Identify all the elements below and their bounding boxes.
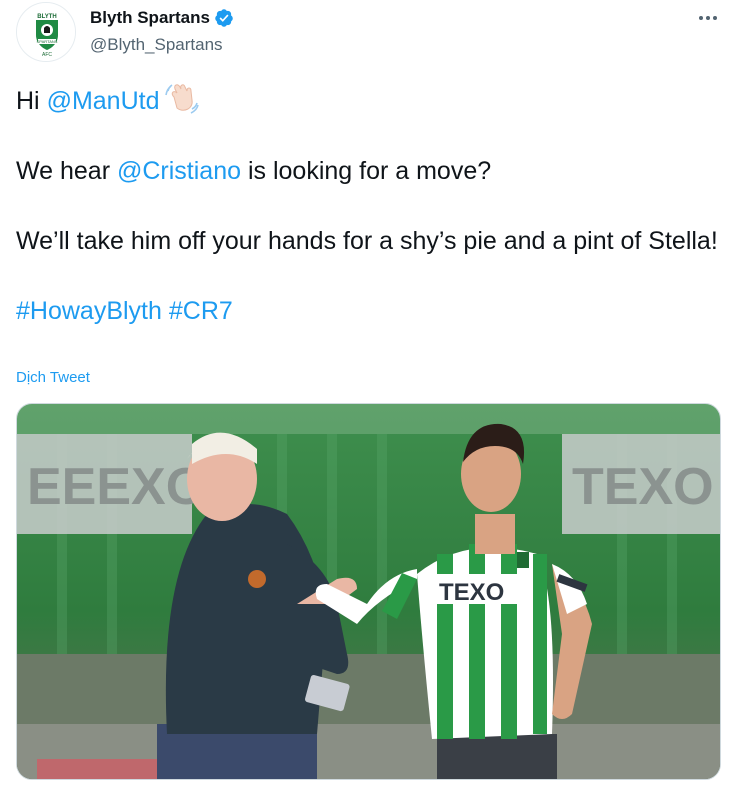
more-options-icon xyxy=(699,16,717,20)
mention-cristiano[interactable]: @Cristiano xyxy=(117,157,241,185)
author-handle[interactable]: @Blyth_Spartans xyxy=(90,35,234,55)
hashtag-howayblyth[interactable]: #HowayBlyth xyxy=(16,297,162,325)
author-names: Blyth Spartans @Blyth_Spartans xyxy=(90,6,234,55)
greeting-text: Hi xyxy=(16,87,47,115)
line2-prefix: We hear xyxy=(16,157,117,185)
svg-text:SPARTANS: SPARTANS xyxy=(37,39,58,44)
translate-tweet-link[interactable]: Dịch Tweet xyxy=(16,369,90,386)
club-crest-icon: BLYTH SPARTANS AFC xyxy=(17,3,75,61)
svg-text:BLYTH: BLYTH xyxy=(37,14,56,20)
display-name[interactable]: Blyth Spartans xyxy=(90,8,210,28)
display-name-row: Blyth Spartans xyxy=(90,6,234,30)
tweet-line-3: We’ll take him off your hands for a shy’… xyxy=(16,227,718,255)
banner-left-text: EEEXO xyxy=(27,458,206,516)
hashtag-cr7[interactable]: #CR7 xyxy=(169,297,233,325)
tweet-photo[interactable]: EEEXO TEXO TEXO xyxy=(16,403,721,780)
svg-text:AFC: AFC xyxy=(42,52,52,58)
line2-suffix: is looking for a move? xyxy=(241,157,492,185)
hashtags: #HowayBlyth #CR7 xyxy=(16,294,731,329)
banner-right-text: TEXO xyxy=(572,458,714,516)
photo-two-men-handshake: EEEXO TEXO TEXO xyxy=(17,404,720,779)
author-avatar[interactable]: BLYTH SPARTANS AFC xyxy=(16,2,76,62)
mention-manutd[interactable]: @ManUtd xyxy=(47,87,160,115)
tweet-card: BLYTH SPARTANS AFC Blyth Spartans @Blyth… xyxy=(0,0,747,790)
tweet-line-1: Hi @ManUtd xyxy=(16,83,731,119)
shirt-sponsor-text: TEXO xyxy=(439,579,504,606)
more-options-button[interactable] xyxy=(693,6,723,30)
tweet-text: Hi @ManUtd We hear @Cristiano is looking… xyxy=(16,83,731,329)
waving-hand-emoji xyxy=(165,84,200,114)
tweet-line-2: We hear @Cristiano is looking for a move… xyxy=(16,154,731,189)
verified-badge-icon xyxy=(215,9,233,27)
